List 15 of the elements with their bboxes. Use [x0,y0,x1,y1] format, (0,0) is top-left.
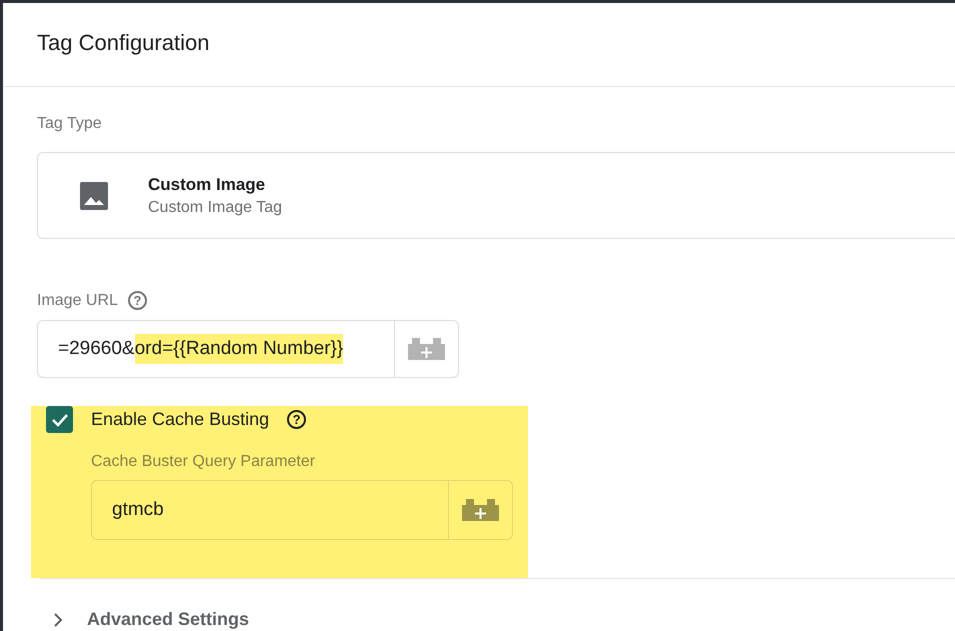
parameter-label: Cache Buster Query Parameter [91,453,316,471]
help-icon[interactable]: ? [128,291,147,310]
help-icon[interactable]: ? [287,410,306,429]
image-icon [80,182,108,210]
cache-busting-checkbox[interactable] [46,406,73,433]
cache-busting-label: Enable Cache Busting [91,409,270,430]
tag-type-card[interactable]: Custom Image Custom Image Tag [37,152,955,239]
image-url-label: Image URL [37,292,118,310]
chevron-icon [53,612,63,628]
tag-type-label: Tag Type [37,115,103,133]
tag-type-name: Custom Image [148,174,266,194]
tag-type-description: Custom Image Tag [148,198,282,216]
panel-title: Tag Configuration [37,30,210,56]
advanced-settings-toggle[interactable]: Advanced Settings [37,609,955,630]
checkmark-icon [50,412,68,426]
